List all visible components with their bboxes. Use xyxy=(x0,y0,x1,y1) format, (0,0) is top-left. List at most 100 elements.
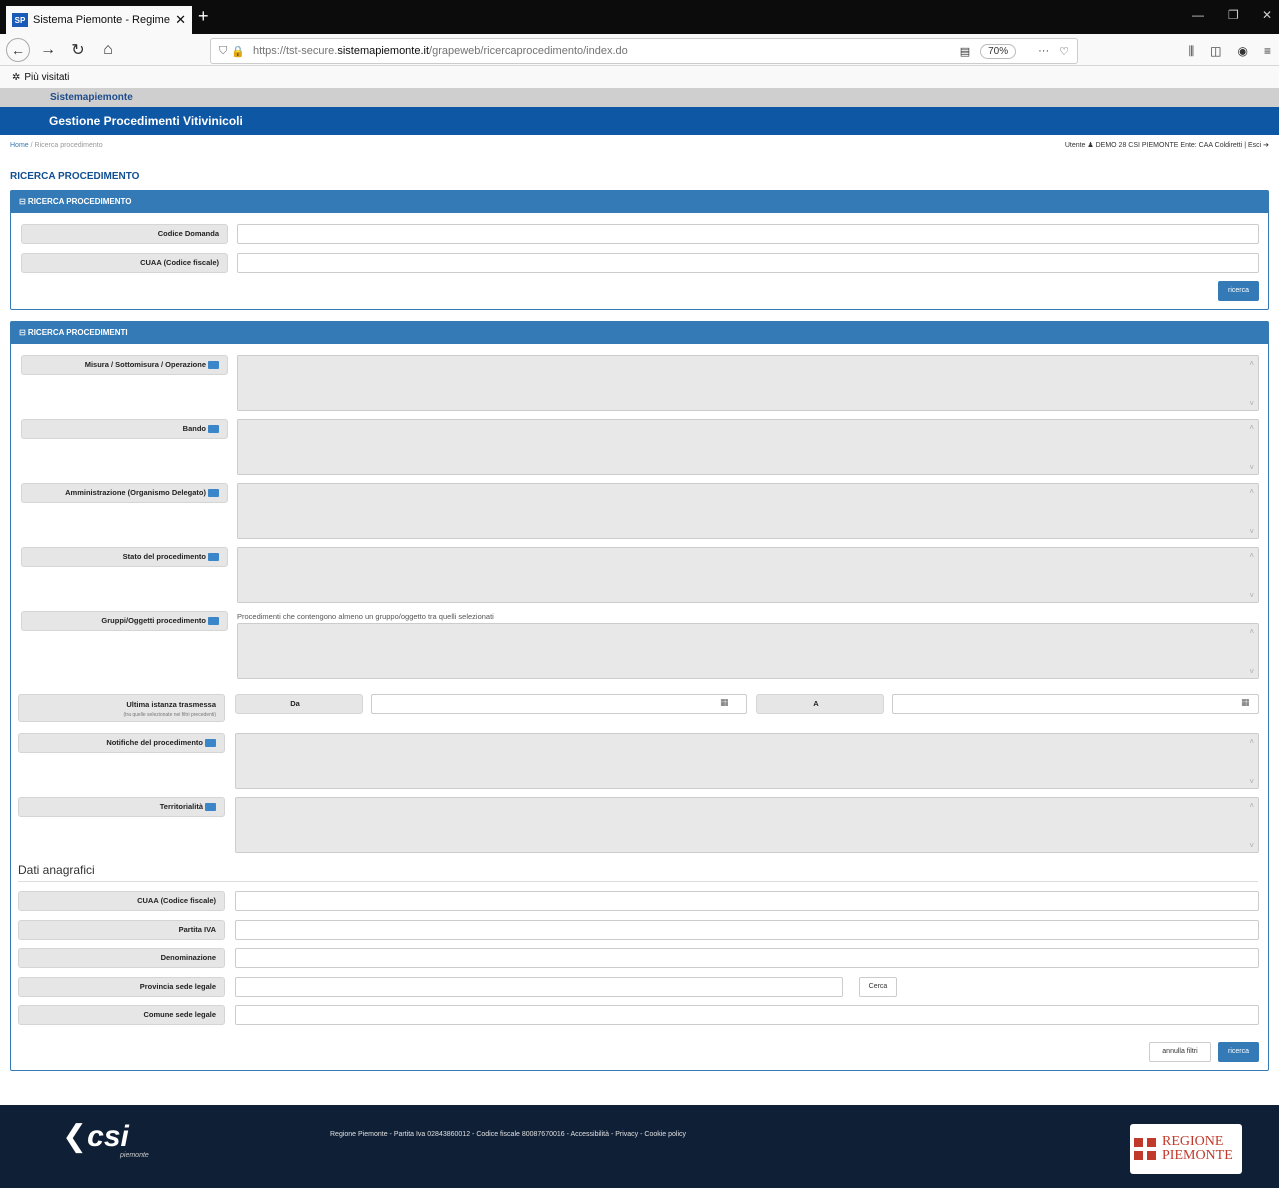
gruppi-textarea[interactable]: ˄ ˅ xyxy=(237,623,1259,679)
page-title: RICERCA PROCEDIMENTO xyxy=(10,171,140,182)
partita-iva-label: Partita IVA xyxy=(18,920,225,940)
regione-piemonte-logo[interactable]: REGIONE PIEMONTE xyxy=(1130,1124,1242,1174)
scroll-down-icon[interactable]: ˅ xyxy=(1249,841,1254,850)
scroll-up-icon[interactable]: ˄ xyxy=(1249,551,1254,560)
notifiche-label-text: Notifiche del procedimento xyxy=(106,738,203,747)
close-tab-icon[interactable]: ✕ xyxy=(175,12,186,28)
scroll-up-icon[interactable]: ˄ xyxy=(1249,801,1254,810)
amministrazione-label: Amministrazione (Organismo Delegato) xyxy=(21,483,228,503)
reader-icon[interactable]: ▤ xyxy=(960,45,970,58)
forward-icon[interactable]: → xyxy=(36,41,60,59)
da-date-input[interactable] xyxy=(371,694,747,714)
shield-icon[interactable]: ⛉ xyxy=(219,45,227,58)
reload-icon[interactable]: ↻ xyxy=(66,40,90,60)
notifiche-textarea[interactable]: ˄ ˅ xyxy=(235,733,1259,789)
zoom-level[interactable]: 70% xyxy=(980,43,1017,59)
scroll-down-icon[interactable]: ˅ xyxy=(1249,527,1254,536)
ultima-istanza-sublabel: (tra quelle selezionate nei filtri prece… xyxy=(123,712,216,718)
breadcrumb-current: Ricerca procedimento xyxy=(34,142,103,149)
regione-line2: PIEMONTE xyxy=(1162,1148,1233,1163)
lock-icon[interactable]: 🔒 xyxy=(231,45,245,58)
scroll-down-icon[interactable]: ˅ xyxy=(1249,667,1254,676)
folder-icon[interactable] xyxy=(208,617,219,626)
menu-icon[interactable]: ≡ xyxy=(1264,44,1271,59)
ricerca-button-2[interactable]: ricerca xyxy=(1218,1042,1259,1062)
footer-text[interactable]: Regione Piemonte - Partita Iva 028438600… xyxy=(330,1131,686,1138)
folder-icon[interactable] xyxy=(205,803,216,812)
ultima-istanza-label-text: Ultima istanza trasmessa xyxy=(126,700,216,709)
cuaa2-input[interactable] xyxy=(235,891,1259,911)
panel1-header[interactable]: ⊟ RICERCA PROCEDIMENTO xyxy=(11,191,1268,213)
close-window-icon[interactable]: ✕ xyxy=(1262,8,1272,22)
scroll-up-icon[interactable]: ˄ xyxy=(1249,487,1254,496)
scroll-down-icon[interactable]: ˅ xyxy=(1249,777,1254,786)
scroll-down-icon[interactable]: ˅ xyxy=(1249,399,1254,408)
da-label: Da xyxy=(235,694,363,714)
panel2-header[interactable]: ⊟ RICERCA PROCEDIMENTI xyxy=(11,322,1268,344)
more-icon[interactable]: ··· xyxy=(1038,45,1049,57)
misura-label: Misura / Sottomisura / Operazione xyxy=(21,355,228,375)
ricerca-button[interactable]: ricerca xyxy=(1218,281,1259,301)
minimize-icon[interactable]: — xyxy=(1192,8,1204,22)
calendar-icon[interactable]: ▦ xyxy=(1241,697,1250,708)
regione-logo-text: REGIONE PIEMONTE xyxy=(1162,1135,1233,1163)
territorialita-label-text: Territorialità xyxy=(159,802,203,811)
cuaa2-label: CUAA (Codice fiscale) xyxy=(18,891,225,911)
bando-label: Bando xyxy=(21,419,228,439)
favicon-icon: SP xyxy=(12,13,28,27)
cerca-button[interactable]: Cerca xyxy=(859,977,897,997)
regione-flag-icon xyxy=(1134,1138,1156,1160)
breadcrumb-home[interactable]: Home xyxy=(10,142,29,149)
partita-iva-input[interactable] xyxy=(235,920,1259,940)
library-icon[interactable]: ⫼ xyxy=(1189,44,1195,59)
user-info[interactable]: Utente ♟ DEMO 28 CSI PIEMONTE Ente: CAA … xyxy=(1065,135,1269,157)
annulla-filtri-button[interactable]: annulla filtri xyxy=(1149,1042,1211,1062)
bookmark-most-visited[interactable]: Più visitati xyxy=(24,72,69,83)
panel-ricerca-procedimento: ⊟ RICERCA PROCEDIMENTO Codice Domanda CU… xyxy=(10,190,1269,310)
bando-label-text: Bando xyxy=(182,424,206,433)
scroll-up-icon[interactable]: ˄ xyxy=(1249,737,1254,746)
calendar-icon[interactable]: ▦ xyxy=(720,697,729,708)
cuaa-label: CUAA (Codice fiscale) xyxy=(21,253,228,273)
browser-tab[interactable]: SP Sistema Piemonte - Regime Pa ✕ xyxy=(6,6,192,34)
scroll-up-icon[interactable]: ˄ xyxy=(1249,359,1254,368)
csi-logo-sub: piemonte xyxy=(120,1152,149,1159)
pocket-icon[interactable]: ♡ xyxy=(1059,45,1069,58)
folder-icon[interactable] xyxy=(208,361,219,370)
cuaa-input[interactable] xyxy=(237,253,1259,273)
csi-logo[interactable]: ❮csi piemonte xyxy=(62,1119,149,1159)
back-icon[interactable]: ← xyxy=(6,37,30,62)
codice-domanda-input[interactable] xyxy=(237,224,1259,244)
amministrazione-textarea[interactable]: ˄ ˅ xyxy=(237,483,1259,539)
stato-textarea[interactable]: ˄ ˅ xyxy=(237,547,1259,603)
misura-textarea[interactable]: ˄ ˅ xyxy=(237,355,1259,411)
breadcrumb: Home / Ricerca procedimento Utente ♟ DEM… xyxy=(0,135,1279,157)
bando-textarea[interactable]: ˄ ˅ xyxy=(237,419,1259,475)
a-date-input[interactable] xyxy=(892,694,1259,714)
url-bar[interactable]: ⛉ 🔒 https://tst-secure. sistemapiemonte.i… xyxy=(210,38,1078,64)
new-tab-icon[interactable]: + xyxy=(198,6,209,27)
folder-icon[interactable] xyxy=(208,489,219,498)
csi-logo-text: csi xyxy=(87,1120,129,1153)
scroll-down-icon[interactable]: ˅ xyxy=(1249,591,1254,600)
denominazione-input[interactable] xyxy=(235,948,1259,968)
folder-icon[interactable] xyxy=(205,739,216,748)
folder-icon[interactable] xyxy=(208,553,219,562)
territorialita-textarea[interactable]: ˄ ˅ xyxy=(235,797,1259,853)
comune-label: Comune sede legale xyxy=(18,1005,225,1025)
scroll-up-icon[interactable]: ˄ xyxy=(1249,423,1254,432)
brand-bar[interactable]: Sistemapiemonte xyxy=(0,88,1279,107)
comune-input[interactable] xyxy=(235,1005,1259,1025)
scroll-down-icon[interactable]: ˅ xyxy=(1249,463,1254,472)
sidebar-icon[interactable]: ◫ xyxy=(1210,44,1221,59)
provincia-input[interactable] xyxy=(235,977,843,997)
folder-icon[interactable] xyxy=(208,425,219,434)
gruppi-label-text: Gruppi/Oggetti procedimento xyxy=(101,616,206,625)
dati-anagrafici-heading: Dati anagrafici xyxy=(18,863,95,877)
account-icon[interactable]: ◉ xyxy=(1238,44,1248,59)
territorialita-label: Territorialità xyxy=(18,797,225,817)
restore-icon[interactable]: ❐ xyxy=(1228,8,1239,22)
scroll-up-icon[interactable]: ˄ xyxy=(1249,627,1254,636)
tab-title: Sistema Piemonte - Regime Pa xyxy=(33,14,171,26)
home-icon[interactable]: ⌂ xyxy=(96,41,120,59)
